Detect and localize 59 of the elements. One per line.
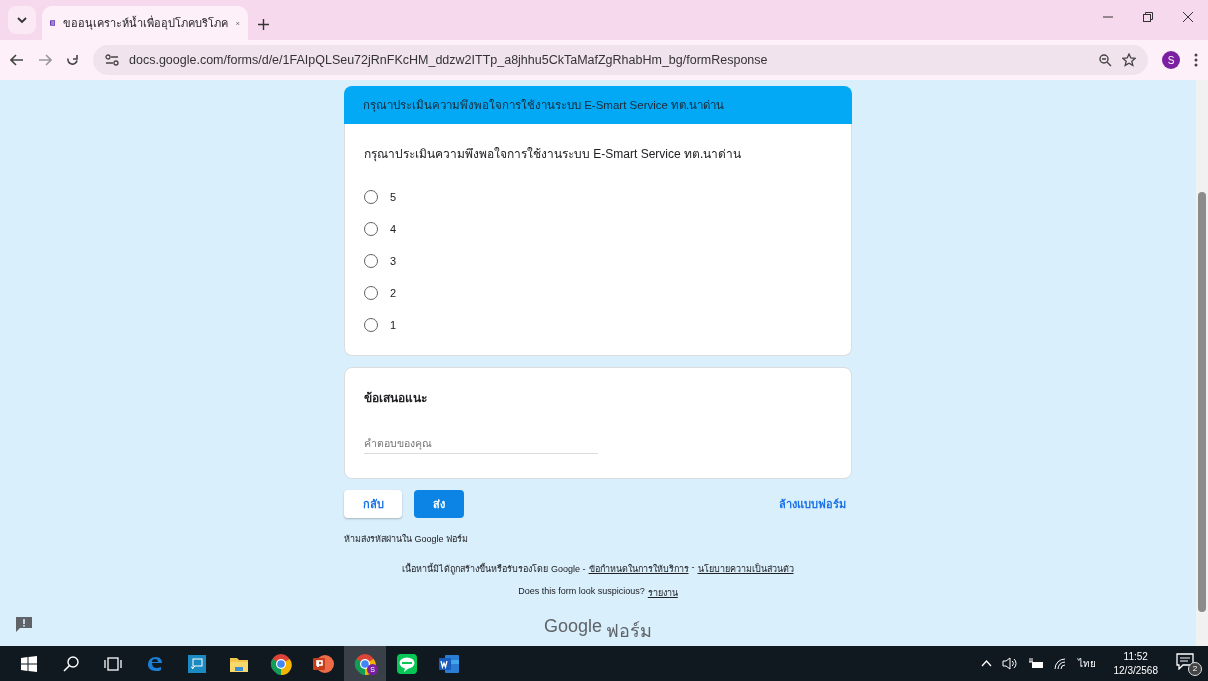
wifi-icon[interactable] [1053, 657, 1068, 670]
notification-button[interactable]: 2 [1176, 651, 1200, 676]
feedback-icon[interactable] [16, 617, 32, 632]
site-settings-icon[interactable] [105, 54, 119, 66]
submit-button[interactable]: ส่ง [414, 490, 464, 518]
password-warning: ห้ามส่งรหัสผ่านใน Google ฟอร์ม [344, 533, 470, 546]
tab-title: ขออนุเคราะห์น้ำเพื่ออุปโภคบริโภค [63, 14, 229, 32]
section-header: กรุณาประเมินความพึงพอใจการใช้งานระบบ E-Smart Service ทต.นาด่าน [344, 86, 852, 124]
menu-icon[interactable] [1194, 53, 1198, 67]
new-tab-icon[interactable] [258, 19, 269, 30]
close-icon[interactable] [1183, 12, 1193, 22]
option-label[interactable]: 4 [390, 223, 397, 235]
chevron-up-icon[interactable] [980, 660, 992, 667]
message-icon [1176, 651, 1194, 670]
terms-link[interactable]: ข้อกำหนดในการให้บริการ [588, 562, 689, 576]
clock[interactable]: 11:52 12/3/2568 [1113, 649, 1158, 678]
suspicious-text: Does this form look suspicious? [518, 586, 645, 598]
option-label[interactable]: 3 [390, 255, 397, 267]
answer-field[interactable]: คำตอบของคุณ [364, 433, 598, 454]
browser-tab[interactable]: ขออนุเคราะห์น้ำเพื่ออุปโภคบริโภค [42, 6, 248, 40]
option-label[interactable]: 5 [390, 191, 397, 203]
chevron-down-icon [17, 16, 27, 24]
search-icon [63, 655, 79, 672]
battery-icon[interactable] [1027, 658, 1044, 669]
chrome-icon [270, 652, 292, 675]
product-logo-text: ฟอร์ม [606, 620, 652, 643]
zoom-icon[interactable] [1099, 53, 1112, 67]
url-text: docs.google.com/forms/d/e/1FAIpQLSeu72jRnFKcHM_ddzw2ITTp_a8jhhu5CkTaMafZgRhabHm_bg/formResponse [129, 53, 769, 67]
screen-cast-icon [187, 653, 207, 674]
question-title: ข้อเสนอแนะ [364, 390, 428, 407]
speaker-icon[interactable] [1001, 657, 1018, 670]
document-app-icon [438, 653, 460, 674]
option-label[interactable]: 1 [390, 319, 397, 331]
notification-count: 2 [1188, 661, 1202, 676]
presentation-app-icon [312, 653, 334, 674]
profile-avatar[interactable]: S [1162, 51, 1180, 69]
separator-text: - [691, 562, 695, 574]
forward-arrow-icon[interactable] [38, 54, 52, 66]
star-icon[interactable] [1122, 53, 1136, 67]
back-button[interactable]: กลับ [344, 490, 402, 518]
time-text: 11:52 [1123, 649, 1148, 664]
privacy-link[interactable]: นโยบายความเป็นส่วนตัว [697, 562, 794, 576]
report-link[interactable]: รายงาน [647, 586, 678, 600]
option-label[interactable]: 2 [390, 287, 397, 299]
windows-icon [21, 655, 37, 672]
disclaimer-text: เนื้อหานี้มิได้ถูกสร้างขึ้นหรือรับรองโดย Google - [402, 562, 586, 576]
chat-app-icon [396, 652, 418, 675]
back-arrow-icon[interactable] [10, 54, 24, 66]
clear-form-link[interactable]: ล้างแบบฟอร์ม [779, 495, 846, 513]
reload-icon[interactable] [66, 53, 79, 67]
question-title: กรุณาประเมินความพึงพอใจการใช้งานระบบ E-Smart Service ทต.นาด่าน [364, 146, 743, 163]
brand-logo-text: Google [543, 616, 602, 638]
task-view-icon [104, 656, 122, 671]
date-text: 12/3/2568 [1113, 663, 1158, 678]
language-indicator[interactable]: ไทย [1077, 656, 1096, 671]
restore-icon[interactable] [1143, 12, 1153, 22]
tab-list-button[interactable] [8, 6, 36, 34]
address-bar[interactable]: docs.google.com/forms/d/e/1FAIpQLSeu72jRnFKcHM_ddzw2ITTp_a8jhhu5CkTaMafZgRhabHm_bg/formResponse [93, 45, 1148, 75]
scrollbar[interactable] [1196, 80, 1208, 646]
